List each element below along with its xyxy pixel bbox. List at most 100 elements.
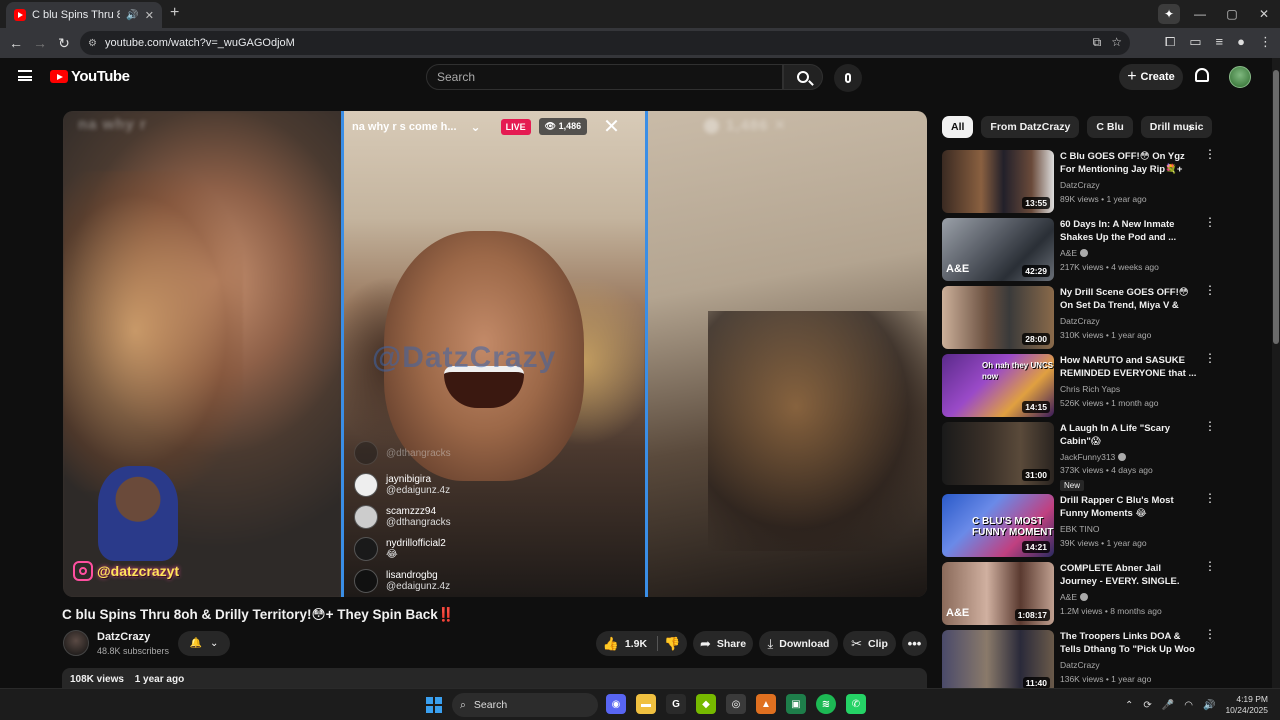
video-thumbnail[interactable]: C BLU'S MOST FUNNY MOMENT 14:21 — [942, 494, 1054, 557]
spotify-icon[interactable]: ≋ — [816, 694, 836, 714]
install-app-icon[interactable]: ⧉ — [1093, 35, 1102, 50]
windows-start-icon[interactable] — [426, 697, 442, 713]
volume-icon[interactable]: 🔊 — [1203, 700, 1215, 711]
chip-c-blu[interactable]: C Blu — [1087, 116, 1133, 138]
recommendation-item[interactable]: A&E 1:08:17 COMPLETE Abner Jail Journey -… — [942, 560, 1217, 630]
app-g-icon[interactable]: G — [666, 694, 686, 714]
menu-hamburger-icon[interactable] — [18, 70, 32, 81]
maximize-button[interactable]: ▢ — [1216, 7, 1248, 21]
share-button[interactable]: ➦ Share — [693, 631, 753, 656]
commenter-avatar — [354, 569, 378, 593]
video-thumbnail[interactable]: 11:40 — [942, 630, 1054, 693]
recommendation-title[interactable]: 60 Days In: A New Inmate Shakes Up the P… — [1060, 219, 1200, 244]
thumbs-down-icon[interactable]: 👎 — [664, 636, 680, 652]
recommendation-item[interactable]: C BLU'S MOST FUNNY MOMENT 14:21 Drill Rap… — [942, 492, 1217, 562]
close-window-button[interactable]: ✕ — [1248, 7, 1280, 21]
back-arrow-icon[interactable]: ← — [4, 35, 28, 51]
more-vertical-icon[interactable]: ⋮ — [1204, 148, 1216, 160]
file-explorer-icon[interactable]: ▬ — [636, 694, 656, 714]
recommendation-title[interactable]: A Laugh In A Life "Scary Cabin"😱 — [1060, 423, 1200, 448]
recommendation-meta: 1.2M views • 8 months ago — [1060, 606, 1162, 616]
extensions-icon[interactable]: ⧠ — [1165, 34, 1175, 50]
recommendation-item[interactable]: 31:00 A Laugh In A Life "Scary Cabin"😱 J… — [942, 420, 1217, 494]
recommendation-title[interactable]: Ny Drill Scene GOES OFF!😳 On Set Da Tren… — [1060, 287, 1200, 312]
recommendation-title[interactable]: COMPLETE Abner Jail Journey - EVERY. SIN… — [1060, 563, 1200, 588]
video-thumbnail[interactable]: A&E 42:29 — [942, 218, 1054, 281]
recommendation-item[interactable]: 13:55 C Blu GOES OFF!😳 On Ygz For Mentio… — [942, 148, 1217, 218]
download-button[interactable]: ⤓ Download — [759, 631, 838, 656]
recommendation-title[interactable]: Drill Rapper C Blu's Most Funny Moments … — [1060, 495, 1200, 520]
recommendation-item[interactable]: A&E 42:29 60 Days In: A New Inmate Shakes… — [942, 216, 1217, 286]
chrome-icon[interactable]: ◎ — [726, 694, 746, 714]
clip-button[interactable]: ✂ Clip — [843, 631, 896, 656]
chrome-menu-icon[interactable]: ⋮ — [1259, 34, 1272, 50]
create-button[interactable]: + Create — [1119, 64, 1183, 90]
app-orange-icon[interactable]: ▲ — [756, 694, 776, 714]
whatsapp-icon[interactable]: ✆ — [846, 694, 866, 714]
profile-icon[interactable]: ● — [1237, 34, 1245, 50]
scrollbar-thumb[interactable] — [1273, 70, 1279, 344]
forward-arrow-icon[interactable]: → — [28, 35, 52, 51]
video-thumbnail[interactable]: A&E 1:08:17 — [942, 562, 1054, 625]
search-button[interactable] — [783, 64, 823, 90]
notifications-bell-icon[interactable] — [1195, 68, 1209, 82]
reload-icon[interactable]: ↻ — [52, 35, 76, 52]
recommendation-item[interactable]: 28:00 Ny Drill Scene GOES OFF!😳 On Set D… — [942, 284, 1217, 354]
video-thumbnail[interactable]: Oh nah they UNCS now 14:15 — [942, 354, 1054, 417]
video-thumbnail[interactable]: 31:00 — [942, 422, 1054, 485]
video-thumbnail[interactable]: 13:55 — [942, 150, 1054, 213]
browser-toolbar: ← → ↻ ⚙ youtube.com/watch?v=_wuGAGOdjoM … — [0, 28, 1280, 58]
more-vertical-icon[interactable]: ⋮ — [1204, 284, 1216, 296]
channel-avatar[interactable] — [63, 630, 89, 656]
chip-drill-music[interactable]: Drill music — [1140, 116, 1213, 138]
account-avatar[interactable] — [1229, 66, 1251, 88]
gemini-icon[interactable]: ✦ — [1158, 4, 1180, 24]
bookmark-star-icon[interactable]: ☆ — [1111, 35, 1122, 50]
reading-list-icon[interactable]: ≡ — [1216, 34, 1224, 50]
channel-name[interactable]: DatzCrazy — [97, 631, 150, 643]
audio-playing-icon[interactable]: 🔊 — [126, 10, 138, 21]
live-badge: LIVE — [500, 118, 531, 135]
tab-close-icon[interactable]: ✕ — [145, 9, 154, 22]
more-vertical-icon[interactable]: ⋮ — [1204, 216, 1216, 228]
video-thumbnail[interactable]: 28:00 — [942, 286, 1054, 349]
recommendation-title[interactable]: C Blu GOES OFF!😳 On Ygz For Mentioning J… — [1060, 151, 1200, 176]
nvidia-icon[interactable]: ◆ — [696, 694, 716, 714]
discord-icon[interactable]: ◉ — [606, 694, 626, 714]
viewer-count-badge: 👁 1,486 — [538, 118, 588, 135]
chevron-right-icon[interactable]: › — [1188, 120, 1192, 135]
subscriber-count: 48.8K subscribers — [97, 646, 170, 656]
recommendation-title[interactable]: The Troopers Links DOA & Tells Dthang To… — [1060, 631, 1200, 656]
wifi-icon[interactable]: ◠ — [1184, 700, 1193, 711]
microphone-tray-icon[interactable]: 🎤 — [1162, 700, 1174, 711]
recommendation-title[interactable]: How NARUTO and SASUKE REMINDED EVERYONE … — [1060, 355, 1200, 380]
more-vertical-icon[interactable]: ⋮ — [1204, 352, 1216, 364]
channel-watermark: @DatzCrazy — [372, 341, 557, 374]
chip-all[interactable]: All — [942, 116, 974, 138]
more-vertical-icon[interactable]: ⋮ — [1204, 420, 1216, 432]
cast-icon[interactable]: ▭ — [1189, 34, 1201, 50]
browser-tab[interactable]: C blu Spins Thru 8oh & Drilly 🔊 ✕ — [6, 2, 162, 28]
voice-search-button[interactable] — [834, 64, 862, 92]
subscribed-bell-button[interactable]: 🔔 ⌄ — [178, 631, 230, 656]
chip-from-datzcrazy[interactable]: From DatzCrazy — [981, 116, 1080, 138]
clock[interactable]: 4:19 PM 10/24/2025 — [1225, 694, 1268, 716]
more-vertical-icon[interactable]: ⋮ — [1204, 492, 1216, 504]
more-actions-button[interactable]: ••• — [902, 631, 927, 656]
recommendation-item[interactable]: Oh nah they UNCS now 14:15 How NARUTO and… — [942, 352, 1217, 422]
page-scrollbar[interactable] — [1272, 58, 1280, 688]
minimize-button[interactable]: — — [1184, 7, 1216, 21]
app-terminal-icon[interactable]: ▣ — [786, 694, 806, 714]
more-vertical-icon[interactable]: ⋮ — [1204, 560, 1216, 572]
site-info-icon[interactable]: ⚙ — [88, 38, 97, 49]
like-button[interactable]: 👍 1.9K — [603, 636, 659, 651]
new-tab-button[interactable]: + — [170, 4, 179, 22]
address-bar[interactable]: ⚙ youtube.com/watch?v=_wuGAGOdjoM ⧉ ☆ — [80, 31, 1130, 55]
sync-icon[interactable]: ⟳ — [1143, 700, 1151, 711]
video-player[interactable]: na why r ⬤ 1,486 ✕ @datzcrazyt @DatzCraz… — [63, 111, 927, 597]
taskbar-search[interactable]: ⌕ Search — [452, 693, 598, 717]
chevron-up-icon[interactable]: ⌃ — [1125, 700, 1133, 711]
more-vertical-icon[interactable]: ⋮ — [1204, 628, 1216, 640]
youtube-logo[interactable]: YouTube — [50, 68, 130, 85]
search-input[interactable]: Search — [426, 64, 783, 90]
